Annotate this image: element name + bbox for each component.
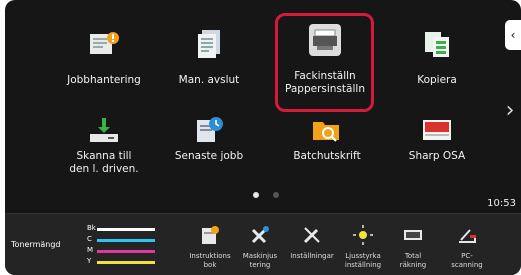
pc-scan-icon: [456, 224, 478, 246]
shortcut-label: Inställningar: [290, 252, 334, 260]
batch-print-folder-icon: [311, 114, 343, 146]
shortcut-pc-scanning[interactable]: PC-scanning: [442, 222, 492, 274]
page-indicator: [253, 192, 293, 200]
toner-row-y: Y: [87, 257, 161, 267]
tile-jobbhantering[interactable]: Jobbhantering: [54, 28, 154, 108]
page-dot[interactable]: [273, 192, 279, 198]
toner-bar-c: [97, 239, 155, 242]
tile-label: Man. avslut: [178, 74, 240, 86]
tile-label: Batchutskrift: [293, 150, 361, 162]
taskbar: Tonermängd Bk C M Y Instruktions bok Mas…: [5, 213, 521, 275]
tile-batchutskrift[interactable]: Batchutskrift: [277, 114, 377, 194]
page-dot-active[interactable]: [253, 192, 259, 198]
recent-jobs-icon: [193, 114, 225, 146]
tile-label: Senaste jobb: [174, 150, 244, 162]
shortcut-label: Maskinjus tering: [242, 252, 278, 269]
job-status-icon: [88, 28, 120, 60]
toner-letter: C: [87, 235, 92, 243]
collapse-tab-button[interactable]: ‹: [505, 20, 521, 50]
document-pages-icon: [193, 28, 225, 60]
sharp-osa-icon: [421, 114, 453, 146]
shortcut-installningar[interactable]: Inställningar: [287, 222, 337, 274]
shortcut-total-rakning[interactable]: Total räkning: [388, 222, 438, 274]
shortcut-ljusstyrka[interactable]: Ljusstyrka inställning: [338, 222, 388, 274]
toner-bar-bk: [97, 228, 155, 231]
shortcut-label: PC-scanning: [451, 252, 483, 269]
toner-bar-y: [97, 261, 155, 264]
toner-bar-m: [97, 250, 155, 253]
clock: 10:53: [487, 198, 516, 209]
toner-row-m: M: [87, 246, 161, 256]
shortcut-instruktionsbok[interactable]: Instruktions bok: [185, 222, 235, 274]
toner-letter: Bk: [87, 224, 96, 232]
selected-tile-highlight: [275, 13, 374, 112]
tile-label: Jobbhantering: [67, 74, 141, 86]
manual-book-icon: [199, 224, 221, 246]
settings-wrench-icon: [301, 224, 323, 246]
shortcut-label: Instruktions bok: [189, 252, 231, 269]
shortcut-maskinjustering[interactable]: Maskinjus tering: [235, 222, 285, 274]
shortcut-label: Total räkning: [399, 252, 427, 269]
tile-kopiera[interactable]: Kopiera: [387, 28, 487, 108]
toner-title: Tonermängd: [11, 240, 61, 249]
next-page-arrow-icon[interactable]: ›: [499, 100, 521, 122]
toner-level-panel: Tonermängd Bk C M Y: [11, 224, 156, 272]
side-controls: ‹ ›: [491, 0, 521, 200]
tile-sharp-osa[interactable]: Sharp OSA: [387, 114, 487, 194]
scan-to-drive-icon: [88, 114, 120, 146]
tile-label: Skanna till den l. driven.: [69, 150, 139, 175]
machine-adjust-icon: [249, 224, 271, 246]
toner-letter: Y: [87, 257, 92, 265]
brightness-icon: [352, 224, 374, 246]
tile-skanna[interactable]: Skanna till den l. driven.: [54, 114, 154, 194]
toner-row-bk: Bk: [87, 224, 161, 234]
copy-icon: [421, 28, 453, 60]
total-count-icon: [402, 224, 424, 246]
tile-label: Sharp OSA: [408, 150, 466, 162]
shortcut-label: Ljusstyrka inställning: [344, 252, 382, 269]
tile-man-avslut[interactable]: Man. avslut: [159, 28, 259, 108]
toner-letter: M: [87, 246, 94, 254]
touch-panel-screen: Jobbhantering Man. avslut Fackinställn Pa…: [5, 0, 521, 275]
tile-label: Kopiera: [417, 74, 457, 86]
toner-row-c: C: [87, 235, 161, 245]
tile-senaste-jobb[interactable]: Senaste jobb: [159, 114, 259, 194]
